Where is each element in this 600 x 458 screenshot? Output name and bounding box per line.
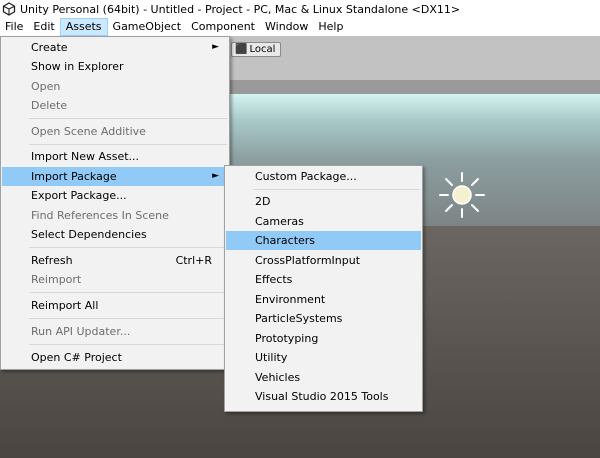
menu-item-label: Open C# Project [31,351,122,364]
menu-item-label: Open [31,80,61,93]
menu-item-label: 2D [255,195,271,208]
pivot-local-toggle[interactable]: ⬛ Local [231,42,281,57]
menu-file[interactable]: File [0,18,28,36]
menu-item-show-in-explorer[interactable]: Show in Explorer [2,57,228,76]
menu-item-label: Delete [31,99,68,112]
submenu-item-2d[interactable]: 2D [226,192,421,211]
menu-help[interactable]: Help [313,18,348,36]
window-title: Unity Personal (64bit) - Untitled - Proj… [20,2,461,16]
menu-separator [29,292,227,293]
assets-dropdown-menu: Create ► Show in Explorer Open Delete Op… [0,36,230,370]
menu-item-reimport: Reimport [2,270,228,289]
menu-item-label: Run API Updater... [31,325,131,338]
menu-separator [29,144,227,145]
menu-item-label: Import Package [31,170,117,183]
menu-item-label: Show in Explorer [31,60,124,73]
menu-gameobject[interactable]: GameObject [108,18,187,36]
menu-item-label: Vehicles [255,371,301,384]
menu-item-import-package[interactable]: Import Package ► [2,167,228,186]
menu-item-label: Export Package... [31,189,127,202]
shortcut-label: Ctrl+R [175,254,212,267]
menu-component[interactable]: Component [186,18,260,36]
menu-item-label: ParticleSystems [255,312,343,325]
menu-item-open: Open [2,77,228,96]
menu-item-label: Prototyping [255,332,319,345]
menu-bar: File Edit Assets GameObject Component Wi… [0,18,600,36]
submenu-item-vehicles[interactable]: Vehicles [226,368,421,387]
submenu-arrow-icon: ► [212,42,219,52]
menu-item-export-package[interactable]: Export Package... [2,186,228,205]
menu-item-label: Refresh [31,254,73,267]
submenu-item-environment[interactable]: Environment [226,290,421,309]
menu-item-label: CrossPlatformInput [255,254,361,267]
menu-item-open-scene-additive: Open Scene Additive [2,122,228,141]
submenu-item-particlesystems[interactable]: ParticleSystems [226,309,421,328]
menu-separator [29,318,227,319]
menu-item-label: Reimport [31,273,82,286]
menu-item-create[interactable]: Create ► [2,38,228,57]
menu-item-refresh[interactable]: Refresh Ctrl+R [2,251,228,270]
menu-item-label: Utility [255,351,288,364]
menu-separator [29,247,227,248]
local-gizmo-icon: ⬛ [235,44,248,55]
local-label: Local [249,44,276,55]
menu-item-label: Find References In Scene [31,209,169,222]
menu-separator [253,189,420,190]
menu-item-select-dependencies[interactable]: Select Dependencies [2,225,228,244]
submenu-arrow-icon: ► [212,171,219,181]
submenu-item-visual-studio-2015-tools[interactable]: Visual Studio 2015 Tools [226,387,421,406]
title-bar: Unity Personal (64bit) - Untitled - Proj… [0,0,600,18]
import-package-submenu: Custom Package... 2D Cameras Characters … [224,165,423,412]
submenu-item-prototyping[interactable]: Prototyping [226,329,421,348]
directional-light-icon[interactable] [437,170,487,220]
menu-item-label: Visual Studio 2015 Tools [255,390,389,403]
menu-item-label: Cameras [255,215,304,228]
menu-item-label: Open Scene Additive [31,125,146,138]
menu-item-label: Environment [255,293,326,306]
submenu-item-characters[interactable]: Characters [226,231,421,250]
submenu-item-utility[interactable]: Utility [226,348,421,367]
menu-item-run-api-updater: Run API Updater... [2,322,228,341]
menu-separator [29,344,227,345]
menu-item-label: Effects [255,273,293,286]
unity-logo-icon [2,2,16,16]
submenu-item-effects[interactable]: Effects [226,270,421,289]
menu-item-label: Select Dependencies [31,228,147,241]
menu-item-label: Import New Asset... [31,150,140,163]
menu-window[interactable]: Window [260,18,313,36]
submenu-item-cameras[interactable]: Cameras [226,212,421,231]
menu-edit[interactable]: Edit [28,18,59,36]
menu-item-delete: Delete [2,96,228,115]
menu-item-find-references: Find References In Scene [2,206,228,225]
submenu-item-crossplatforminput[interactable]: CrossPlatformInput [226,251,421,270]
menu-assets[interactable]: Assets [59,18,108,36]
submenu-item-custom-package[interactable]: Custom Package... [226,167,421,186]
menu-item-label: Custom Package... [255,170,357,183]
menu-item-label: Characters [255,234,316,247]
menu-item-open-csharp-project[interactable]: Open C# Project [2,348,228,367]
menu-item-reimport-all[interactable]: Reimport All [2,296,228,315]
menu-item-label: Create [31,41,68,54]
menu-item-label: Reimport All [31,299,99,312]
menu-separator [29,118,227,119]
menu-item-import-new-asset[interactable]: Import New Asset... [2,147,228,166]
